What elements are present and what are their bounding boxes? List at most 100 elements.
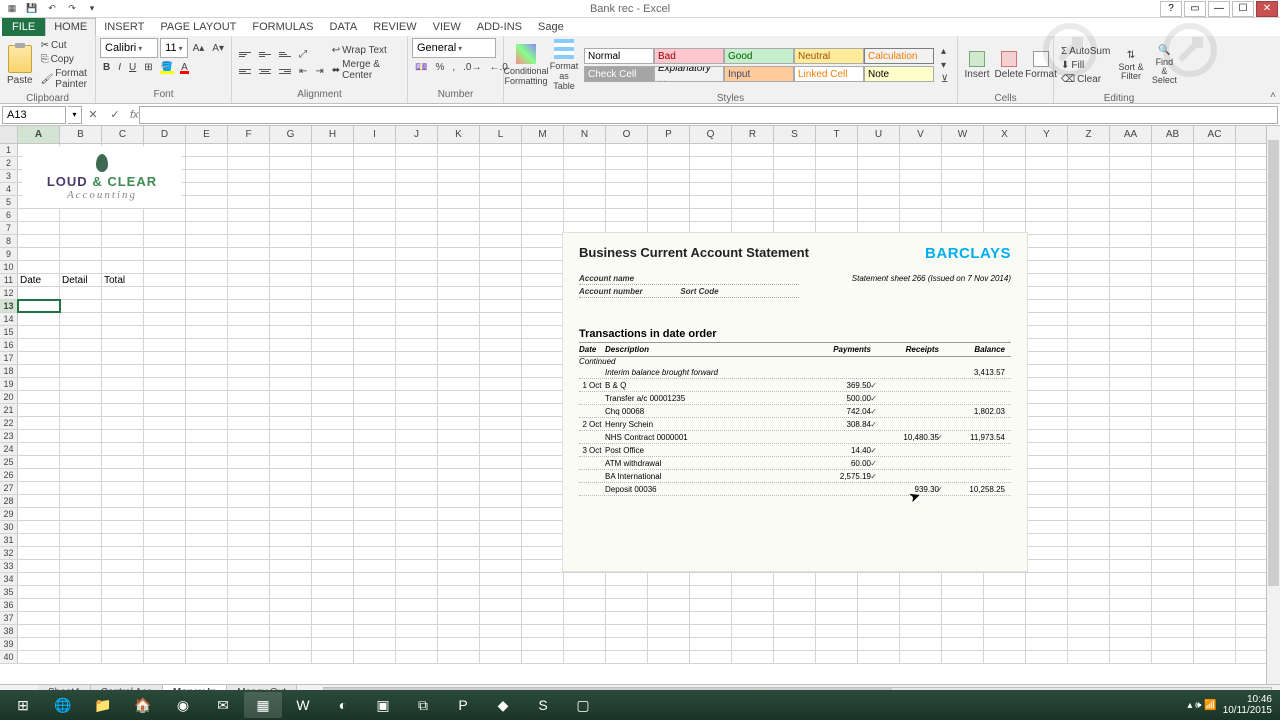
cell-B31[interactable] (60, 534, 102, 546)
cell-L17[interactable] (480, 352, 522, 364)
delete-cells-button[interactable]: Delete (994, 38, 1024, 92)
cell-R37[interactable] (732, 612, 774, 624)
font-color-button[interactable]: A (178, 61, 191, 74)
cell-D32[interactable] (144, 547, 186, 559)
taskbar-app2-icon[interactable]: ◐ (324, 692, 362, 718)
col-header-B[interactable]: B (60, 126, 102, 143)
cell-I29[interactable] (354, 508, 396, 520)
cell-D40[interactable] (144, 651, 186, 663)
cell-G16[interactable] (270, 339, 312, 351)
cell-K10[interactable] (438, 261, 480, 273)
cell-B7[interactable] (60, 222, 102, 234)
cell-J10[interactable] (396, 261, 438, 273)
help-icon[interactable]: ? (1160, 1, 1182, 17)
cell-AA23[interactable] (1110, 430, 1152, 442)
cell-G28[interactable] (270, 495, 312, 507)
cell-M35[interactable] (522, 586, 564, 598)
cell-Z35[interactable] (1068, 586, 1110, 598)
cell-P38[interactable] (648, 625, 690, 637)
cell-A10[interactable] (18, 261, 60, 273)
cell-L7[interactable] (480, 222, 522, 234)
cell-S4[interactable] (774, 183, 816, 195)
cell-V40[interactable] (900, 651, 942, 663)
cell-F35[interactable] (228, 586, 270, 598)
cell-D9[interactable] (144, 248, 186, 260)
cell-C18[interactable] (102, 365, 144, 377)
cell-O34[interactable] (606, 573, 648, 585)
cell-X34[interactable] (984, 573, 1026, 585)
cell-G34[interactable] (270, 573, 312, 585)
paste-button[interactable]: Paste (4, 38, 36, 92)
cell-E6[interactable] (186, 209, 228, 221)
tab-review[interactable]: REVIEW (365, 18, 424, 36)
cell-X4[interactable] (984, 183, 1026, 195)
cell-S37[interactable] (774, 612, 816, 624)
vertical-scrollbar[interactable] (1266, 126, 1280, 684)
col-header-J[interactable]: J (396, 126, 438, 143)
cell-L31[interactable] (480, 534, 522, 546)
cell-H20[interactable] (312, 391, 354, 403)
wrap-text-button[interactable]: ↩Wrap Text (329, 44, 403, 57)
cell-L30[interactable] (480, 521, 522, 533)
cell-Z37[interactable] (1068, 612, 1110, 624)
bold-button[interactable]: B (100, 61, 113, 74)
cell-AB5[interactable] (1152, 196, 1194, 208)
font-name-select[interactable]: Calibri (100, 38, 158, 58)
cell-AC13[interactable] (1194, 300, 1236, 312)
style-good[interactable]: Good (724, 48, 794, 64)
cell-Z28[interactable] (1068, 495, 1110, 507)
cell-D30[interactable] (144, 521, 186, 533)
cell-AB14[interactable] (1152, 313, 1194, 325)
col-header-W[interactable]: W (942, 126, 984, 143)
cell-AC4[interactable] (1194, 183, 1236, 195)
cell-I36[interactable] (354, 599, 396, 611)
cell-I19[interactable] (354, 378, 396, 390)
cell-E13[interactable] (186, 300, 228, 312)
cell-L14[interactable] (480, 313, 522, 325)
cell-AC14[interactable] (1194, 313, 1236, 325)
cell-Y13[interactable] (1026, 300, 1068, 312)
cell-L19[interactable] (480, 378, 522, 390)
cell-Z18[interactable] (1068, 365, 1110, 377)
cell-AA25[interactable] (1110, 456, 1152, 468)
cell-Z20[interactable] (1068, 391, 1110, 403)
cell-F4[interactable] (228, 183, 270, 195)
cell-L35[interactable] (480, 586, 522, 598)
cell-L11[interactable] (480, 274, 522, 286)
cell-S35[interactable] (774, 586, 816, 598)
cell-K34[interactable] (438, 573, 480, 585)
cell-F17[interactable] (228, 352, 270, 364)
cell-A8[interactable] (18, 235, 60, 247)
tab-data[interactable]: DATA (322, 18, 366, 36)
cell-L29[interactable] (480, 508, 522, 520)
cell-I27[interactable] (354, 482, 396, 494)
cell-P6[interactable] (648, 209, 690, 221)
cell-E17[interactable] (186, 352, 228, 364)
cell-M37[interactable] (522, 612, 564, 624)
bank-statement-overlay[interactable]: Business Current Account Statement BARCL… (562, 232, 1028, 572)
italic-button[interactable]: I (115, 61, 124, 74)
cell-N40[interactable] (564, 651, 606, 663)
cell-O35[interactable] (606, 586, 648, 598)
cell-S2[interactable] (774, 157, 816, 169)
cell-B30[interactable] (60, 521, 102, 533)
maximize-button[interactable]: ☐ (1232, 1, 1254, 17)
cell-I23[interactable] (354, 430, 396, 442)
cell-O2[interactable] (606, 157, 648, 169)
cell-D13[interactable] (144, 300, 186, 312)
row-header-37[interactable]: 37 (0, 612, 18, 624)
cell-L23[interactable] (480, 430, 522, 442)
cell-L34[interactable] (480, 573, 522, 585)
cell-M22[interactable] (522, 417, 564, 429)
cell-U37[interactable] (858, 612, 900, 624)
cell-M29[interactable] (522, 508, 564, 520)
cell-J38[interactable] (396, 625, 438, 637)
cell-M20[interactable] (522, 391, 564, 403)
cell-W35[interactable] (942, 586, 984, 598)
cell-AB1[interactable] (1152, 144, 1194, 156)
cell-AA20[interactable] (1110, 391, 1152, 403)
cell-B27[interactable] (60, 482, 102, 494)
cell-K14[interactable] (438, 313, 480, 325)
cell-H4[interactable] (312, 183, 354, 195)
cell-Y21[interactable] (1026, 404, 1068, 416)
